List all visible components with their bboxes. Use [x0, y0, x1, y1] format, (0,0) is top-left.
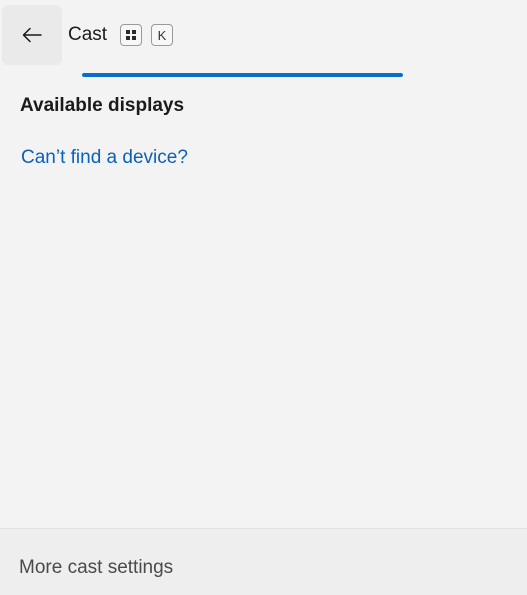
back-button[interactable]: [2, 5, 62, 65]
windows-logo-icon: [126, 30, 136, 40]
footer-bar: More cast settings: [0, 528, 527, 595]
cant-find-device-link[interactable]: Can’t find a device?: [21, 146, 188, 170]
available-displays-heading: Available displays: [20, 95, 185, 116]
page-title: Cast: [68, 24, 108, 45]
arrow-left-icon: [22, 27, 42, 43]
searching-progress-bar: [82, 73, 403, 77]
windows-key-badge: [120, 24, 142, 46]
k-key-badge: K: [151, 24, 173, 46]
progress-fill: [82, 73, 403, 77]
cast-header: Cast K: [0, 0, 527, 70]
cast-flyout: Cast K Available displays Can’t find a d…: [0, 0, 527, 595]
more-cast-settings-link[interactable]: More cast settings: [19, 556, 173, 580]
